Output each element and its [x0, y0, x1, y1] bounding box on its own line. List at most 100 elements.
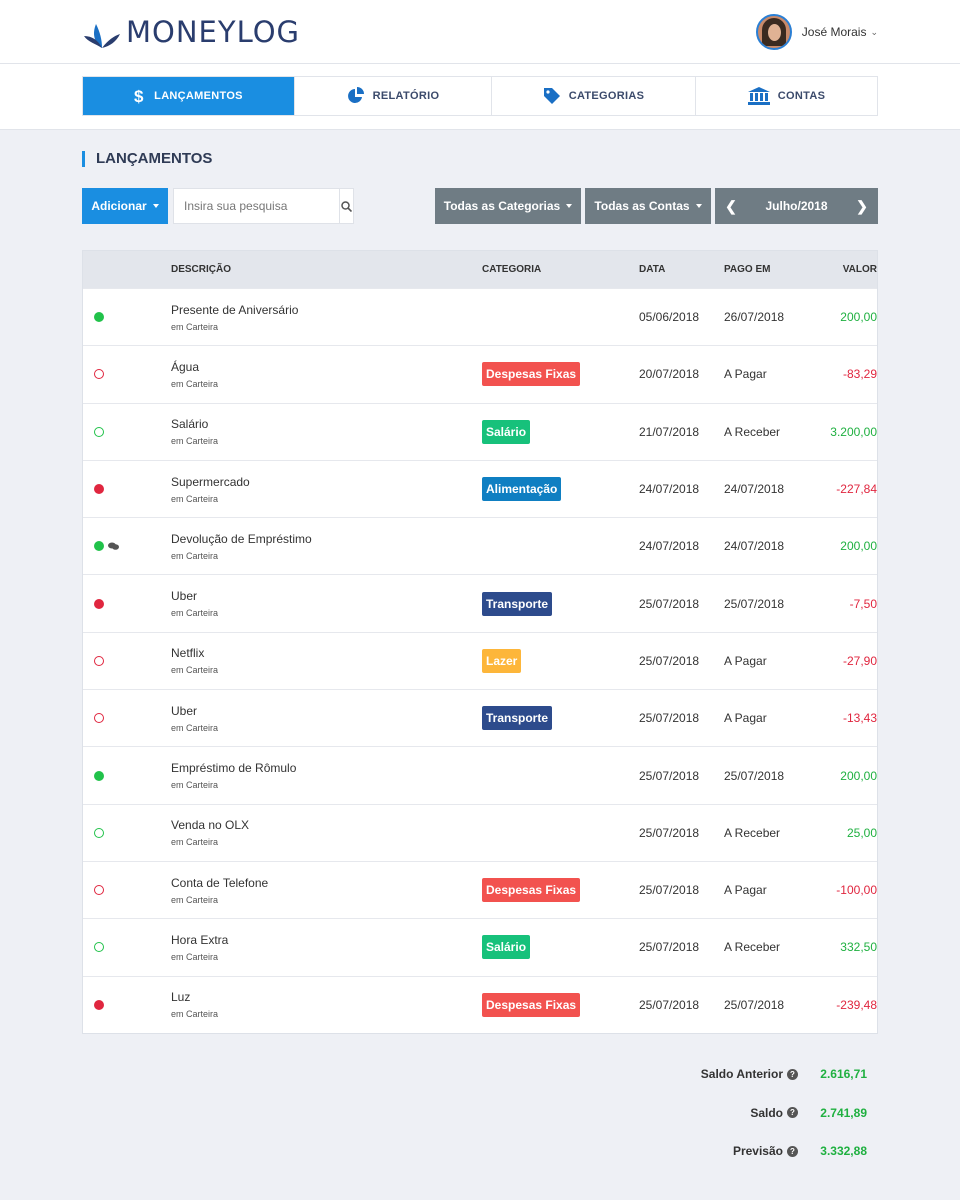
pie-chart-icon [347, 87, 364, 103]
add-button[interactable]: Adicionar [82, 188, 168, 224]
help-icon[interactable]: ? [787, 1068, 798, 1080]
status-dot-icon[interactable] [94, 312, 104, 323]
transaction-description[interactable]: Uber [171, 589, 482, 603]
comment-icon[interactable] [108, 542, 119, 551]
status-dot-icon[interactable] [94, 484, 104, 495]
category-badge[interactable]: Alimentação [482, 477, 562, 502]
status-dot-icon[interactable] [94, 999, 104, 1010]
tab-label: LANÇAMENTOS [154, 90, 243, 102]
status-dot-icon[interactable] [94, 942, 104, 953]
table-row[interactable]: Devolução de Empréstimo em Carteira 24/07/… [83, 517, 877, 574]
status-dot-icon[interactable] [94, 369, 104, 380]
transaction-description[interactable]: Luz [171, 990, 482, 1004]
table-row[interactable]: Presente de Aniversário em Carteira 05/06/… [83, 288, 877, 345]
table-row[interactable]: Venda no OLX em Carteira 25/07/2018 A Receb… [83, 803, 877, 861]
description-cell: Devolução de Empréstimo em Carteira [171, 532, 482, 561]
category-cell: Transporte [482, 591, 639, 616]
table-row[interactable]: Hora Extra em Carteira Salário 25/07/2018 A … [83, 918, 877, 975]
date-cell: 25/07/2018 [639, 883, 700, 898]
categories-filter-label: Todas as Categorias [443, 199, 561, 213]
category-badge[interactable]: Despesas Fixas [482, 992, 581, 1017]
category-badge[interactable]: Salário [482, 935, 531, 960]
transaction-description[interactable]: Venda no OLX [171, 818, 482, 832]
transaction-account: em Carteira [171, 321, 219, 332]
status-dot-icon[interactable] [94, 885, 104, 896]
help-icon[interactable]: ? [787, 1145, 798, 1157]
transaction-description[interactable]: Empréstimo de Rômulo [171, 761, 482, 775]
transaction-description[interactable]: Uber [171, 704, 482, 718]
value-cell: 200,00 [840, 310, 877, 325]
next-month-button[interactable]: ❯ [846, 188, 878, 224]
search-icon [341, 200, 352, 212]
status-cell [83, 713, 171, 724]
category-badge[interactable]: Despesas Fixas [482, 878, 581, 903]
search-button[interactable] [339, 189, 353, 223]
status-dot-icon[interactable] [94, 541, 104, 552]
avatar[interactable] [755, 14, 792, 50]
date-cell: 21/07/2018 [639, 424, 700, 439]
accounts-filter-dropdown[interactable]: Todas as Contas [585, 188, 711, 224]
transaction-description[interactable]: Hora Extra [171, 933, 482, 947]
search-input[interactable] [174, 189, 339, 223]
transaction-description[interactable]: Supermercado [171, 475, 482, 489]
header-category[interactable]: CATEGORIA [482, 264, 639, 275]
status-dot-icon[interactable] [94, 770, 104, 781]
prev-month-button[interactable]: ❮ [715, 188, 747, 224]
status-dot-icon[interactable] [94, 426, 104, 437]
transaction-description[interactable]: Salário [171, 417, 482, 431]
transaction-description[interactable]: Netflix [171, 646, 482, 660]
status-dot-icon[interactable] [94, 713, 104, 724]
category-cell: Despesas Fixas [482, 362, 639, 387]
bank-icon [747, 87, 770, 105]
table-row[interactable]: Netflix em Carteira Lazer 25/07/2018 A Pagar… [83, 631, 877, 689]
nav-bar: $ LANÇAMENTOS RELATÓRIO CATEGORIAS CONTA… [0, 64, 960, 130]
value-cell: 200,00 [840, 539, 877, 554]
table-row[interactable]: Conta de Telefone em Carteira Despesas Fix… [83, 860, 877, 918]
transaction-description[interactable]: Presente de Aniversário [171, 303, 482, 317]
table-row[interactable]: Empréstimo de Rômulo em Carteira 25/07/201… [83, 746, 877, 803]
category-badge[interactable]: Transporte [482, 706, 553, 731]
svg-text:$: $ [134, 87, 144, 105]
category-badge[interactable]: Despesas Fixas [482, 362, 581, 387]
header-paid-on[interactable]: PAGO EM [724, 264, 814, 275]
table-row[interactable]: Uber em Carteira Transporte 25/07/2018 A Pag… [83, 689, 877, 746]
tab-relatorio[interactable]: RELATÓRIO [295, 77, 492, 115]
user-menu[interactable]: José Morais ⌄ [755, 14, 878, 50]
category-badge[interactable]: Transporte [482, 591, 553, 616]
total-label: Saldo [750, 1105, 783, 1120]
status-dot-icon[interactable] [94, 655, 104, 666]
header-description[interactable]: DESCRIÇÃO [171, 264, 482, 275]
category-badge[interactable]: Lazer [482, 648, 522, 673]
logo[interactable]: MONEYLOG [82, 12, 300, 52]
table-row[interactable]: Salário em Carteira Salário 21/07/2018 A Rec… [83, 402, 877, 460]
transaction-account: em Carteira [171, 951, 219, 962]
tab-contas[interactable]: CONTAS [696, 77, 877, 115]
transaction-account: em Carteira [171, 780, 219, 791]
transaction-description[interactable]: Conta de Telefone [171, 876, 482, 890]
total-value: 2.616,71 [820, 1067, 867, 1082]
categories-filter-dropdown[interactable]: Todas as Categorias [435, 188, 581, 224]
header-value[interactable]: VALOR [814, 264, 877, 275]
status-dot-icon[interactable] [94, 598, 104, 609]
table-row[interactable]: Uber em Carteira Transporte 25/07/2018 25/07… [83, 574, 877, 631]
tab-lancamentos[interactable]: $ LANÇAMENTOS [83, 77, 295, 115]
header-date[interactable]: DATA [639, 264, 724, 275]
category-badge[interactable]: Salário [482, 419, 531, 444]
total-forecast: Previsão? 3.332,88 [560, 1132, 878, 1171]
date-cell: 25/07/2018 [639, 768, 700, 783]
category-cell: Salário [482, 935, 639, 960]
status-dot-icon[interactable] [94, 827, 104, 838]
transaction-description[interactable]: Devolução de Empréstimo [171, 532, 482, 546]
transaction-account: em Carteira [171, 722, 219, 733]
table-row[interactable]: Luz em Carteira Despesas Fixas 25/07/2018 25… [83, 975, 877, 1033]
table-row[interactable]: Supermercado em Carteira Alimentação 24/07/… [83, 459, 877, 517]
transaction-account: em Carteira [171, 608, 219, 619]
caret-down-icon [152, 204, 159, 208]
paid-on-cell: 25/07/2018 [724, 596, 785, 611]
accounts-filter-label: Todas as Contas [594, 199, 690, 213]
tab-categorias[interactable]: CATEGORIAS [492, 77, 696, 115]
table-row[interactable]: Água em Carteira Despesas Fixas 20/07/2018 A… [83, 345, 877, 402]
help-icon[interactable]: ? [787, 1107, 798, 1119]
description-cell: Água em Carteira [171, 360, 482, 389]
transaction-description[interactable]: Água [171, 360, 482, 374]
